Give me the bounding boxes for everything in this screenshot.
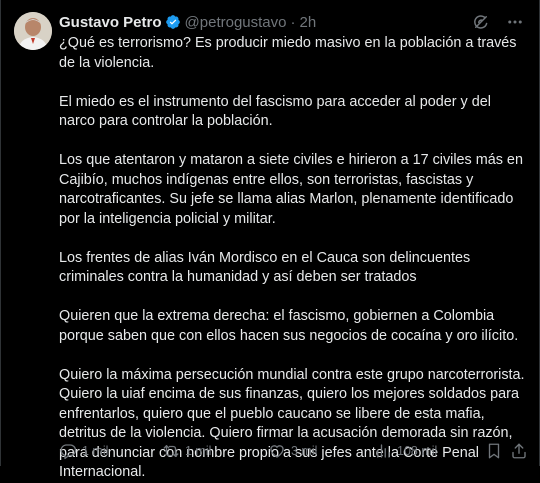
repost-icon xyxy=(162,442,180,460)
tweet-text: ¿Qué es terrorismo? Es producir miedo ma… xyxy=(59,34,525,483)
meta-separator: · xyxy=(290,13,296,31)
views-button[interactable]: 108 mil xyxy=(374,442,437,460)
tweet-paragraph: ¿Qué es terrorismo? Es producir miedo ma… xyxy=(59,35,517,71)
tweet-paragraph: Quiero la máxima persecución mundial con… xyxy=(59,366,525,481)
tweet-card: Gustavo Petro @petrogustavo · 2h ¿Qué es… xyxy=(0,0,540,480)
tweet-paragraph: Los que atentaron y mataron a siete civi… xyxy=(59,152,523,227)
tweet-paragraph: El miedo es el instrumento del fascismo … xyxy=(59,93,491,130)
share-icon xyxy=(510,442,528,460)
reply-icon xyxy=(59,442,77,460)
like-count: 3 mil xyxy=(291,444,318,458)
reply-count: 1 mil xyxy=(82,444,109,458)
author-name[interactable]: Gustavo Petro xyxy=(59,14,162,31)
bookmark-button[interactable] xyxy=(485,442,503,460)
header-actions xyxy=(471,12,525,32)
more-icon[interactable] xyxy=(505,12,525,32)
grok-icon[interactable] xyxy=(471,12,491,32)
verified-badge-icon xyxy=(165,14,181,30)
tweet-header: Gustavo Petro @petrogustavo · 2h xyxy=(59,12,316,32)
views-icon xyxy=(374,442,392,460)
reply-button[interactable]: 1 mil xyxy=(59,442,108,460)
views-count: 108 mil xyxy=(397,444,438,458)
tweet-paragraph: Los frentes de alias Iván Mordisco en el… xyxy=(59,249,471,286)
timestamp[interactable]: 2h xyxy=(299,14,316,31)
share-button[interactable] xyxy=(510,442,528,460)
like-icon xyxy=(268,442,286,460)
avatar[interactable] xyxy=(14,12,52,50)
tweet-paragraph: Quieren que la extrema derecha: el fasci… xyxy=(59,308,519,344)
repost-button[interactable]: 1 mil xyxy=(162,442,211,460)
action-bar: 1 mil 1 mil 3 mil 108 mil xyxy=(59,441,527,461)
author-handle[interactable]: @petrogustavo xyxy=(185,14,287,31)
repost-count: 1 mil xyxy=(185,444,212,458)
like-button[interactable]: 3 mil xyxy=(268,442,317,460)
bookmark-icon xyxy=(485,442,503,460)
